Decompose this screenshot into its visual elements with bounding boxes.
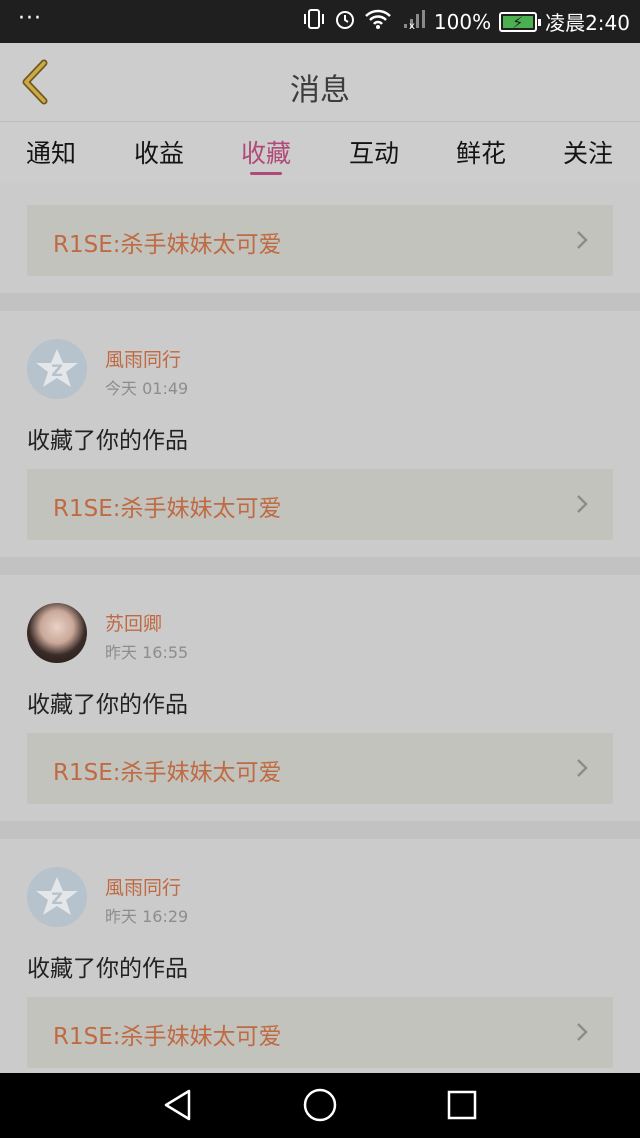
action-text: 收藏了你的作品 [27,956,188,982]
header: 消息 [0,43,640,121]
work-title: R1SE:杀手妹妹太可爱 [53,1024,282,1050]
work-title: R1SE:杀手妹妹太可爱 [53,232,282,258]
avatar[interactable]: Z [27,867,87,927]
timestamp: 今天 01:49 [105,379,189,398]
action-text: 收藏了你的作品 [27,428,188,454]
divider [0,821,640,839]
work-link[interactable]: R1SE:杀手妹妹太可爱 [27,733,613,804]
circle-home-icon [303,1088,337,1122]
chevron-right-icon [577,1023,588,1041]
nav-back-button[interactable] [160,1087,196,1123]
battery-icon: ⚡ [499,11,542,32]
alarm-icon [334,8,356,35]
chevron-right-icon [577,231,588,249]
avatar[interactable] [27,603,87,663]
tab-bar: 通知 收益 收藏 互动 鲜花 关注 [0,121,640,183]
tab-favorites[interactable]: 收藏 [226,134,306,170]
tab-notifications[interactable]: 通知 [11,134,91,170]
tab-earnings[interactable]: 收益 [119,134,199,170]
notification-dots: ··· [18,6,42,31]
divider [0,293,640,311]
clock: 凌晨2:40 [545,11,630,35]
work-link[interactable]: R1SE:杀手妹妹太可爱 [27,997,613,1068]
active-tab-indicator [250,172,282,175]
username[interactable]: 風雨同行 [105,873,181,900]
battery-percentage: 100% [433,9,492,34]
svg-text:Z: Z [51,889,63,908]
svg-text:x: x [409,21,415,30]
work-link[interactable]: R1SE:杀手妹妹太可爱 [27,469,613,540]
avatar[interactable]: Z [27,339,87,399]
system-navigation-bar [0,1073,640,1138]
page-title: 消息 [290,73,350,108]
username[interactable]: 風雨同行 [105,345,181,372]
action-text: 收藏了你的作品 [27,692,188,718]
username[interactable]: 苏回卿 [105,609,162,636]
tab-follows[interactable]: 关注 [548,134,628,170]
wifi-icon [364,8,392,35]
vibrate-icon [302,8,326,35]
svg-text:Z: Z [51,361,63,380]
default-avatar-icon: Z [28,340,86,398]
default-avatar-icon: Z [28,868,86,926]
tab-flowers[interactable]: 鲜花 [441,134,521,170]
nav-recents-button[interactable] [444,1087,480,1123]
tab-interactions[interactable]: 互动 [334,134,414,170]
work-link[interactable]: R1SE:杀手妹妹太可爱 [27,205,613,276]
work-title: R1SE:杀手妹妹太可爱 [53,760,282,786]
work-title: R1SE:杀手妹妹太可爱 [53,496,282,522]
divider [0,557,640,575]
chevron-right-icon [577,495,588,513]
square-recents-icon [447,1090,477,1120]
triangle-back-icon [164,1089,191,1121]
nav-home-button[interactable] [302,1087,338,1123]
status-bar: ··· x 100% ⚡ 凌晨2:40 [0,0,640,43]
signal-icon: x [400,8,426,35]
chevron-right-icon [577,759,588,777]
timestamp: 昨天 16:55 [105,643,189,662]
timestamp: 昨天 16:29 [105,907,189,926]
